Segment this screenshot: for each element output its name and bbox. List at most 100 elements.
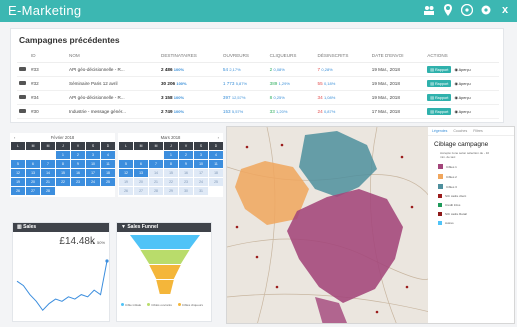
calendar-day[interactable]: 17: [86, 169, 100, 177]
calendar-day[interactable]: 19: [11, 178, 25, 186]
calendar-day[interactable]: 5: [119, 160, 133, 168]
calendar-day[interactable]: 15: [56, 169, 70, 177]
calendar-day[interactable]: 9: [71, 160, 85, 168]
calendar-day[interactable]: 7: [149, 160, 163, 168]
calendar-day[interactable]: 25: [101, 178, 115, 186]
calendar-day[interactable]: 18: [101, 169, 115, 177]
calendar-day[interactable]: 4: [101, 151, 115, 159]
preview-button[interactable]: ◉ Aperçu: [454, 110, 470, 114]
calendar-day[interactable]: 22: [56, 178, 70, 186]
calendar-day[interactable]: 23: [179, 178, 193, 186]
legend-item[interactable]: Cibles 2: [438, 174, 514, 179]
close-icon[interactable]: x: [499, 4, 511, 16]
calendar-day[interactable]: 12: [119, 169, 133, 177]
location-pin-icon[interactable]: [442, 4, 454, 16]
calendar-day[interactable]: 27: [26, 187, 40, 195]
table-row[interactable]: #30 Industrie - message génér... 2 749 100…: [17, 104, 499, 119]
calendar-day[interactable]: 25: [209, 178, 223, 186]
calendar-day[interactable]: 8: [56, 160, 70, 168]
calendar-day[interactable]: 20: [134, 178, 148, 186]
calendar-day[interactable]: 22: [164, 178, 178, 186]
report-button[interactable]: ▤ Rapport: [427, 108, 452, 115]
calendar-day[interactable]: 16: [179, 169, 193, 177]
calendar-day[interactable]: 26: [11, 187, 25, 195]
preview-button[interactable]: ◉ Aperçu: [454, 96, 470, 100]
calendar-day[interactable]: 2: [179, 151, 193, 159]
calendar-day[interactable]: 30: [179, 187, 193, 195]
report-button[interactable]: ▤ Rapport: [427, 66, 452, 73]
calendar-day[interactable]: 10: [86, 160, 100, 168]
row-menu-icon[interactable]: [19, 95, 26, 99]
calendar-day[interactable]: 14: [41, 169, 55, 177]
calendar-day[interactable]: 24: [194, 178, 208, 186]
calendar-day[interactable]: 7: [41, 160, 55, 168]
calendar-day[interactable]: 18: [209, 169, 223, 177]
calendar-day[interactable]: 28: [149, 187, 163, 195]
cell-name[interactable]: Industrie - message génér...: [67, 104, 159, 119]
calendar-day[interactable]: 15: [164, 169, 178, 177]
calendar-day[interactable]: 27: [134, 187, 148, 195]
row-menu-icon[interactable]: [19, 81, 26, 85]
calendar-day[interactable]: 9: [179, 160, 193, 168]
calendar-day[interactable]: 3: [86, 151, 100, 159]
calendar-day[interactable]: 31: [194, 187, 208, 195]
legend-subtitle: Accepté zone selon sélection de - 10 min…: [440, 151, 490, 159]
legend-item[interactable]: Autres: [438, 221, 514, 225]
calendar-day[interactable]: 6: [26, 160, 40, 168]
legend-item[interactable]: SIC cadre Retail: [438, 212, 514, 216]
calendar-day[interactable]: 6: [134, 160, 148, 168]
calendar-day[interactable]: 12: [11, 169, 25, 177]
row-menu-icon[interactable]: [19, 109, 26, 113]
calendar-day[interactable]: 17: [194, 169, 208, 177]
calendar-day[interactable]: 11: [101, 160, 115, 168]
calendar-day[interactable]: 3: [194, 151, 208, 159]
report-button[interactable]: ▤ Rapport: [427, 80, 452, 87]
cell-name[interactable]: API géo-décisionnelle - R...: [67, 62, 159, 77]
calendar-day[interactable]: 2: [71, 151, 85, 159]
calendar-day[interactable]: 21: [149, 178, 163, 186]
legend-item[interactable]: SIC cadre client: [438, 194, 514, 198]
cell-name[interactable]: Séminaire Paris 12 avril: [67, 76, 159, 91]
report-button[interactable]: ▤ Rapport: [427, 94, 452, 101]
row-menu-icon[interactable]: [19, 67, 26, 71]
table-row[interactable]: #34 API géo-décisionnelle - R... 3 158 100…: [17, 90, 499, 105]
map-view[interactable]: Légendes Couches Filtres Ciblage campagn…: [226, 126, 515, 324]
calendar-day[interactable]: 1: [56, 151, 70, 159]
calendar-day[interactable]: 13: [134, 169, 148, 177]
table-row[interactable]: #33 API géo-décisionnelle - R... 2 486 100…: [17, 62, 499, 77]
calendar-day[interactable]: 14: [149, 169, 163, 177]
weekday-header: J: [164, 142, 178, 150]
calendar-day[interactable]: 26: [119, 187, 133, 195]
legend-item[interactable]: Cibles 3: [438, 184, 514, 189]
cell-id: #34: [29, 90, 67, 105]
next-month-icon[interactable]: ›: [218, 135, 219, 140]
preview-button[interactable]: ◉ Aperçu: [454, 82, 470, 86]
calendar-day[interactable]: 4: [209, 151, 223, 159]
calendar-day[interactable]: 8: [164, 160, 178, 168]
calendar-day[interactable]: 19: [119, 178, 133, 186]
tab-legends[interactable]: Légendes: [432, 129, 447, 133]
settings-icon[interactable]: [480, 4, 492, 16]
users-icon[interactable]: [423, 4, 435, 16]
legend-item[interactable]: Cibles 1: [438, 164, 514, 169]
map-canvas[interactable]: [227, 127, 430, 324]
calendar-day[interactable]: 13: [26, 169, 40, 177]
help-icon[interactable]: [461, 4, 473, 16]
calendar-day[interactable]: 23: [71, 178, 85, 186]
tab-filters[interactable]: Filtres: [473, 129, 483, 133]
calendar-day[interactable]: 5: [11, 160, 25, 168]
calendar-day[interactable]: 10: [194, 160, 208, 168]
table-row[interactable]: #32 Séminaire Paris 12 avril 30 206 100% 1 …: [17, 76, 499, 91]
preview-button[interactable]: ◉ Aperçu: [454, 68, 470, 72]
calendar-day[interactable]: 20: [26, 178, 40, 186]
legend-item[interactable]: Crédit Infos: [438, 203, 514, 207]
calendar-day[interactable]: 24: [86, 178, 100, 186]
calendar-day[interactable]: 1: [164, 151, 178, 159]
calendar-day[interactable]: 28: [41, 187, 55, 195]
calendar-day[interactable]: 21: [41, 178, 55, 186]
calendar-day[interactable]: 16: [71, 169, 85, 177]
tab-layers[interactable]: Couches: [453, 129, 467, 133]
cell-name[interactable]: API géo-décisionnelle - R...: [67, 90, 159, 105]
calendar-day[interactable]: 29: [164, 187, 178, 195]
calendar-day[interactable]: 11: [209, 160, 223, 168]
